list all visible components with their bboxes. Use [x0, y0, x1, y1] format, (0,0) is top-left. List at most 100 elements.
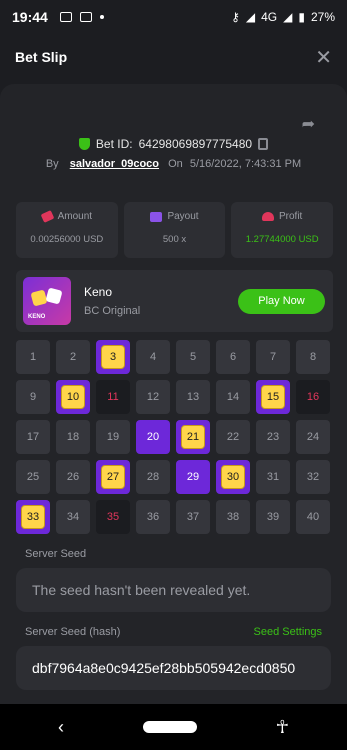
keno-cell: 39	[256, 500, 290, 534]
keno-cell: 12	[136, 380, 170, 414]
keno-cell: 6	[216, 340, 250, 374]
keno-hit-gem: 33	[21, 505, 45, 529]
profit-label: Profit	[279, 211, 303, 222]
keno-cell: 7	[256, 340, 290, 374]
shield-icon	[78, 138, 90, 150]
payout-value: 500 x	[162, 234, 187, 245]
profit-value: 1.27744000 USD	[245, 234, 319, 245]
payout-icon	[150, 211, 163, 222]
keno-cell: 18	[56, 420, 90, 454]
network-type: 4G	[261, 10, 278, 24]
profit-card: Profit 1.27744000 USD	[231, 202, 334, 258]
keno-hit-gem: 27	[101, 465, 125, 489]
back-icon[interactable]: ‹	[58, 717, 64, 738]
battery-icon: ▮	[298, 10, 305, 24]
keno-cell: 34	[56, 500, 90, 534]
keno-cell: 27	[96, 460, 130, 494]
keno-cell: 31	[256, 460, 290, 494]
bet-slip-header: Bet Slip ✕	[0, 34, 347, 80]
by-label: By	[45, 158, 59, 170]
keno-cell: 15	[256, 380, 290, 414]
battery-level: 27%	[310, 10, 335, 24]
copy-icon[interactable]	[258, 138, 269, 150]
home-pill[interactable]	[142, 721, 197, 733]
on-label: On	[168, 158, 183, 170]
keno-hit-gem: 30	[221, 465, 245, 489]
bet-slip-panel: ➦ Bet ID: 64298069897775480 By salvador_…	[0, 84, 347, 704]
keno-cell: 33	[16, 500, 50, 534]
amount-icon	[40, 210, 54, 223]
keno-cell: 10	[56, 380, 90, 414]
keno-hit-gem: 3	[101, 345, 125, 369]
keno-cell: 1	[16, 340, 50, 374]
payout-card: Payout 500 x	[123, 202, 226, 258]
amount-value: 0.00256000 USD	[30, 234, 104, 245]
amount-card: Amount 0.00256000 USD	[16, 202, 118, 258]
keno-cell: 16	[296, 380, 330, 414]
android-nav-bar: ‹ ☥	[0, 704, 347, 750]
profit-icon	[262, 212, 274, 221]
keno-cell: 38	[216, 500, 250, 534]
keno-cell: 11	[96, 380, 130, 414]
keno-cell: 32	[296, 460, 330, 494]
app-icon	[79, 12, 92, 22]
status-time: 19:44	[12, 9, 48, 25]
server-seed-hash-field[interactable]: dbf7964a8e0c9425ef28bb505942ecd0850	[16, 646, 331, 690]
keno-cell: 22	[216, 420, 250, 454]
keno-hit-gem: 15	[261, 385, 285, 409]
dice-icon-2	[45, 287, 63, 305]
keno-cell: 24	[296, 420, 330, 454]
keno-cell: 26	[56, 460, 90, 494]
notification-icons	[59, 12, 104, 22]
keno-cell: 5	[176, 340, 210, 374]
status-bar: 19:44 ⚷ ◢ 4G ◢ ▮ 27%	[0, 0, 347, 34]
keno-cell: 35	[96, 500, 130, 534]
key-icon: ⚷	[231, 10, 240, 24]
message-icon	[59, 12, 72, 22]
keno-cell: 29	[176, 460, 210, 494]
page-title: Bet Slip	[15, 49, 68, 65]
play-now-button[interactable]: Play Now	[238, 289, 325, 314]
game-card: KENO Keno BC Original Play Now	[16, 270, 333, 332]
game-provider: BC Original	[84, 305, 141, 317]
keno-cell: 30	[216, 460, 250, 494]
keno-cell: 40	[296, 500, 330, 534]
share-icon[interactable]: ➦	[302, 114, 315, 134]
keno-thumbnail[interactable]: KENO	[23, 277, 71, 325]
keno-cell: 17	[16, 420, 50, 454]
bet-id-value: 64298069897775480	[138, 137, 253, 151]
keno-cell: 14	[216, 380, 250, 414]
close-icon[interactable]: ✕	[315, 45, 332, 70]
server-seed-hash-label: Server Seed (hash)	[25, 626, 121, 638]
keno-cell: 23	[256, 420, 290, 454]
keno-hit-gem: 10	[61, 385, 85, 409]
accessibility-icon[interactable]: ☥	[276, 717, 289, 738]
user-link[interactable]: salvador_09coco	[70, 158, 159, 170]
keno-cell: 25	[16, 460, 50, 494]
keno-cell: 19	[96, 420, 130, 454]
keno-cell: 3	[96, 340, 130, 374]
bet-byline: By salvador_09coco On 5/16/2022, 7:43:31…	[0, 158, 347, 170]
keno-cell: 28	[136, 460, 170, 494]
bet-id-label: Bet ID:	[95, 137, 133, 151]
keno-cell: 37	[176, 500, 210, 534]
server-seed-field[interactable]: The seed hasn't been revealed yet.	[16, 568, 331, 612]
amount-label: Amount	[57, 211, 93, 222]
keno-cell: 36	[136, 500, 170, 534]
status-right: ⚷ ◢ 4G ◢ ▮ 27%	[231, 10, 335, 24]
bet-id-row: Bet ID: 64298069897775480	[0, 137, 347, 151]
payout-label: Payout	[167, 211, 199, 222]
seed-settings-link[interactable]: Seed Settings	[254, 626, 323, 638]
keno-cell: 4	[136, 340, 170, 374]
bet-datetime: 5/16/2022, 7:43:31 PM	[189, 158, 302, 170]
thumb-text: KENO	[28, 314, 46, 320]
signal-icon: ◢	[245, 10, 256, 24]
keno-cell: 21	[176, 420, 210, 454]
keno-cell: 20	[136, 420, 170, 454]
keno-cell: 13	[176, 380, 210, 414]
keno-cell: 8	[296, 340, 330, 374]
bet-stats: Amount 0.00256000 USD Payout 500 x Profi…	[16, 202, 334, 258]
keno-cell: 2	[56, 340, 90, 374]
more-notifications-icon	[99, 15, 104, 19]
keno-grid: 1 2 3 4 5 6 7 8 9 10 11 12 13 14 15 16 17 18 19 20 21 22 23 24 2…	[16, 340, 333, 534]
